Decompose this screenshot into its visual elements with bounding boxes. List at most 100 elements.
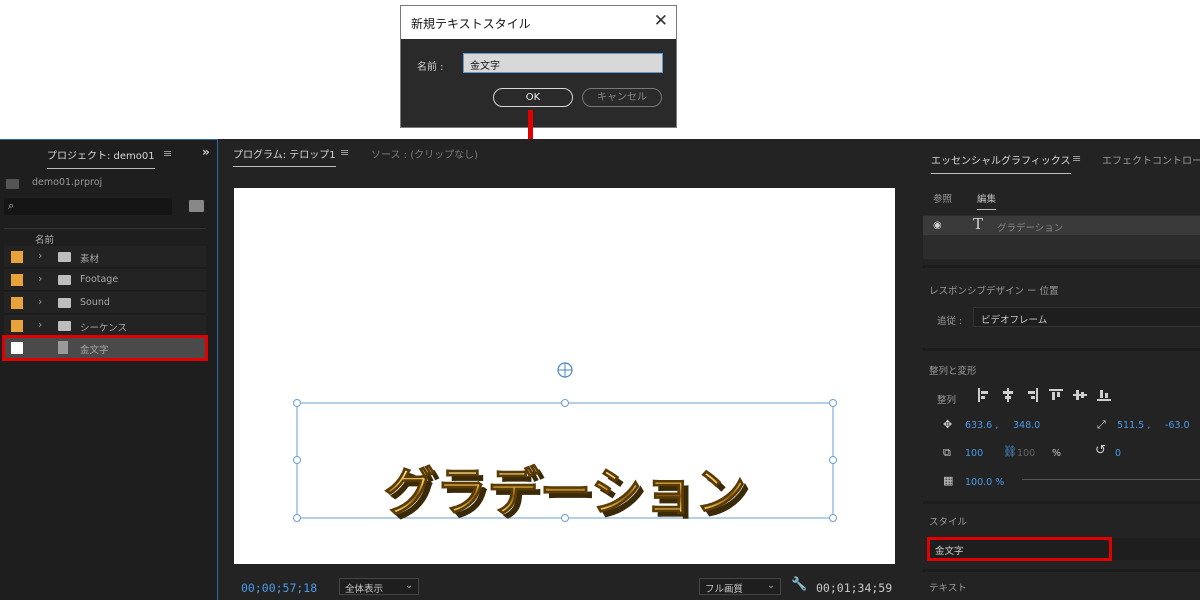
chevron-right-icon[interactable]: › xyxy=(38,249,42,262)
search-icon: ⌕ xyxy=(8,199,15,212)
premiere-workspace: プロジェクト: demo01 ≡ » demo01.prproj ⌕ 名前 › … xyxy=(0,139,1200,600)
essential-graphics-panel: エッセンシャルグラフィックス ≡ エフェクトコントロール 参照 編集 ◉ T グ… xyxy=(917,139,1200,600)
zoom-select-value: 全体表示 xyxy=(345,584,384,595)
title-text: グラデーション xyxy=(384,463,747,523)
current-timecode[interactable]: 00;00;57;18 xyxy=(241,581,317,595)
quality-select[interactable]: フル画質 ⌄ xyxy=(699,578,781,595)
text-layer-icon: T xyxy=(973,215,984,233)
dialog-titlebar: 新規テキストスタイル ✕ xyxy=(401,6,676,39)
tab-source[interactable]: ソース : (クリップなし) xyxy=(371,146,478,161)
section-divider xyxy=(923,348,1200,351)
project-menu-icon[interactable]: ≡ xyxy=(163,147,172,160)
resize-handle[interactable] xyxy=(829,456,837,464)
column-header-name[interactable]: 名前 xyxy=(4,228,206,246)
align-bottom-icon[interactable] xyxy=(1097,388,1111,402)
layer-name: グラデーション xyxy=(997,223,1064,234)
rotation-icon: ↺ xyxy=(1095,443,1106,458)
opacity-value[interactable]: 100.0 % xyxy=(965,477,1004,488)
chevron-right-icon[interactable]: › xyxy=(38,318,42,331)
opacity-icon: ▦ xyxy=(943,474,954,487)
section-divider xyxy=(923,265,1200,268)
wrench-icon[interactable]: 🔧 xyxy=(791,577,807,592)
quality-select-value: フル画質 xyxy=(705,584,744,595)
eye-icon[interactable]: ◉ xyxy=(933,220,942,231)
label-color-swatch[interactable] xyxy=(11,297,23,309)
label-color-swatch[interactable] xyxy=(11,320,23,332)
list-item-label: シーケンス xyxy=(80,323,128,334)
link-icon[interactable]: ⛓ xyxy=(1003,445,1017,458)
resize-handle[interactable] xyxy=(829,514,837,522)
chevron-right-icon[interactable]: › xyxy=(38,272,42,285)
scale-icon: ⧉ xyxy=(943,446,951,459)
chevron-right-icon[interactable]: › xyxy=(38,295,42,308)
project-file-name: demo01.prproj xyxy=(32,177,103,188)
tab-project[interactable]: プロジェクト: demo01 xyxy=(47,147,155,169)
cancel-button[interactable]: キャンセル xyxy=(582,88,662,107)
list-item-selected[interactable]: 金文字 xyxy=(2,335,208,361)
opacity-slider[interactable] xyxy=(1022,479,1200,480)
tab-essential-graphics[interactable]: エッセンシャルグラフィックス xyxy=(931,152,1071,174)
list-item-label: Sound xyxy=(80,297,110,308)
video-canvas[interactable]: グラデーション グラデーション xyxy=(234,188,895,564)
style-header: スタイル xyxy=(929,517,968,528)
tab-edit[interactable]: 編集 xyxy=(977,191,997,210)
folder-icon xyxy=(58,275,71,285)
position-x[interactable]: 633.6 , xyxy=(965,420,998,431)
anchor-point-icon: ⤢ xyxy=(1097,418,1106,431)
project-file-icon xyxy=(6,179,19,189)
label-color-swatch[interactable] xyxy=(11,251,23,263)
project-search-input[interactable] xyxy=(4,198,172,215)
follow-select[interactable]: ビデオフレーム xyxy=(973,307,1200,327)
zoom-select[interactable]: 全体表示 ⌄ xyxy=(339,578,419,595)
position-y[interactable]: 348.0 xyxy=(1013,420,1040,431)
align-top-icon[interactable] xyxy=(1049,388,1063,402)
align-right-icon[interactable] xyxy=(1025,388,1039,402)
label-color-swatch[interactable] xyxy=(11,274,23,286)
scale-height[interactable]: 100 xyxy=(1017,448,1035,459)
tab-browse[interactable]: 参照 xyxy=(933,191,952,205)
resize-handle[interactable] xyxy=(561,399,569,407)
name-label: 名前 : xyxy=(417,62,444,73)
resize-handle[interactable] xyxy=(293,514,301,522)
anchor-y[interactable]: -63.0 xyxy=(1165,420,1190,431)
folder-icon xyxy=(58,252,71,262)
tab-program[interactable]: プログラム: テロップ1 xyxy=(233,146,336,167)
text-header: テキスト xyxy=(929,583,967,594)
resize-handle[interactable] xyxy=(293,456,301,464)
rotation-value[interactable]: 0 xyxy=(1115,448,1121,459)
position-icon: ✥ xyxy=(943,418,953,431)
folder-icon xyxy=(58,298,71,308)
close-icon[interactable]: ✕ xyxy=(654,11,668,31)
follow-label: 追従 : xyxy=(937,316,963,327)
expand-panels-icon[interactable]: » xyxy=(202,145,210,159)
list-item[interactable]: › Sound xyxy=(4,292,206,314)
program-menu-icon[interactable]: ≡ xyxy=(340,146,349,159)
program-monitor: プログラム: テロップ1 ≡ ソース : (クリップなし) グラデーション グラ… xyxy=(219,139,911,600)
align-label: 整列 xyxy=(937,395,957,406)
find-bin-icon[interactable] xyxy=(189,200,204,212)
folder-icon xyxy=(58,321,71,331)
scale-width[interactable]: 100 xyxy=(965,448,983,459)
list-item[interactable]: › 素材 xyxy=(4,246,206,268)
scale-percent-unit: % xyxy=(1052,448,1062,459)
resize-handle[interactable] xyxy=(829,399,837,407)
project-panel: プロジェクト: demo01 ≡ » demo01.prproj ⌕ 名前 › … xyxy=(0,139,218,600)
list-item[interactable]: › シーケンス xyxy=(4,315,206,337)
style-select-extension[interactable] xyxy=(1112,538,1200,560)
tab-effect-controls[interactable]: エフェクトコントロール xyxy=(1102,152,1200,167)
label-color-swatch[interactable] xyxy=(11,342,23,354)
list-item-label: 金文字 xyxy=(80,345,109,356)
anchor-x[interactable]: 511.5 , xyxy=(1117,420,1150,431)
chevron-down-icon: ⌄ xyxy=(767,580,775,591)
list-item[interactable]: › Footage xyxy=(4,269,206,291)
style-name-input[interactable]: 金文字 xyxy=(463,53,663,73)
resize-handle[interactable] xyxy=(293,399,301,407)
ok-button[interactable]: OK xyxy=(493,88,573,107)
style-select[interactable]: 金文字 xyxy=(927,537,1112,561)
list-item-label: Footage xyxy=(80,274,119,285)
align-left-icon[interactable] xyxy=(977,388,991,402)
align-center-h-icon[interactable] xyxy=(1001,388,1015,402)
essential-menu-icon[interactable]: ≡ xyxy=(1072,152,1081,165)
dialog-title: 新規テキストスタイル xyxy=(411,17,531,31)
align-center-v-icon[interactable] xyxy=(1073,388,1087,402)
